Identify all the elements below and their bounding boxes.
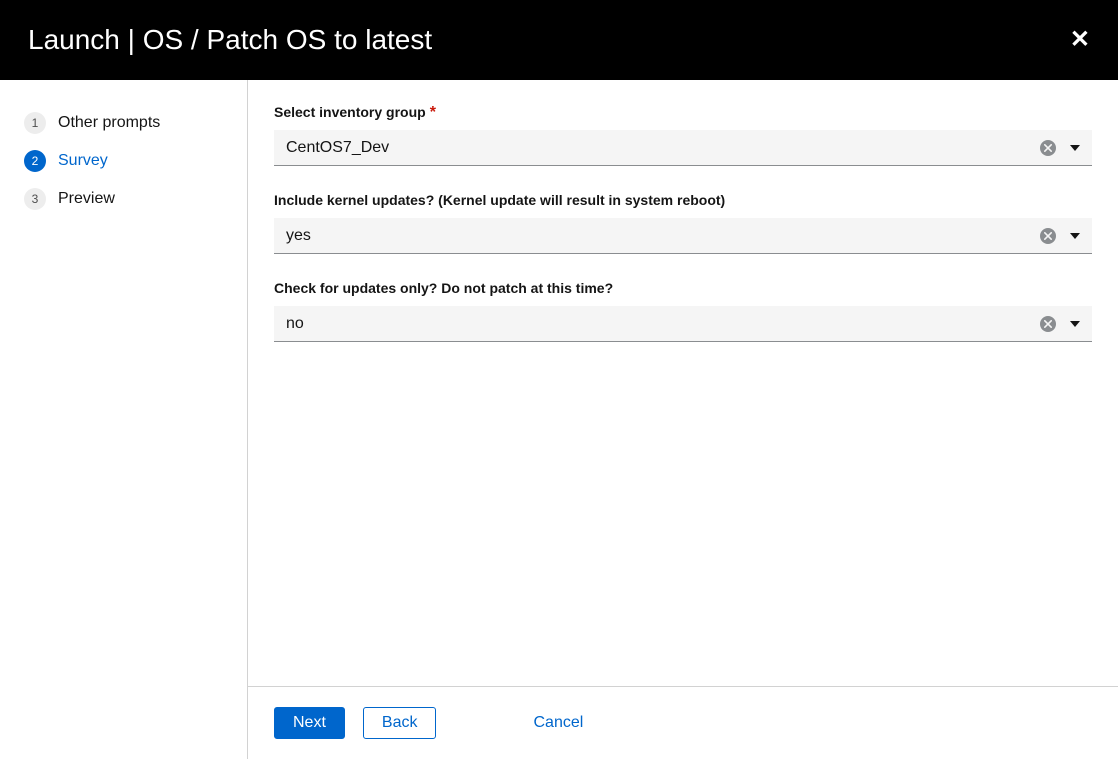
cancel-button[interactable]: Cancel — [514, 707, 602, 739]
survey-form: Select inventory group* CentOS7_Dev — [248, 80, 1118, 686]
chevron-down-icon[interactable] — [1066, 229, 1084, 243]
check-only-select[interactable]: no — [274, 306, 1092, 342]
step-survey[interactable]: 2 Survey — [24, 142, 247, 180]
modal-header: Launch | OS / Patch OS to latest ✕ — [0, 0, 1118, 80]
main-panel: Select inventory group* CentOS7_Dev — [248, 80, 1118, 759]
select-value: no — [286, 315, 304, 333]
step-number: 2 — [24, 150, 46, 172]
kernel-updates-select[interactable]: yes — [274, 218, 1092, 254]
step-other-prompts[interactable]: 1 Other prompts — [24, 104, 247, 142]
step-label: Survey — [58, 152, 108, 170]
step-label: Preview — [58, 190, 115, 208]
close-icon[interactable]: ✕ — [1070, 28, 1090, 52]
clear-icon[interactable] — [1040, 228, 1056, 244]
field-inventory-group: Select inventory group* CentOS7_Dev — [274, 104, 1092, 166]
modal-body: 1 Other prompts 2 Survey 3 Preview Selec… — [0, 80, 1118, 759]
select-controls — [1040, 218, 1084, 253]
select-controls — [1040, 130, 1084, 165]
step-preview[interactable]: 3 Preview — [24, 180, 247, 218]
select-value: yes — [286, 227, 311, 245]
select-value: CentOS7_Dev — [286, 139, 389, 157]
step-number: 1 — [24, 112, 46, 134]
modal-footer: Next Back Cancel — [248, 686, 1118, 759]
chevron-down-icon[interactable] — [1066, 141, 1084, 155]
inventory-group-select[interactable]: CentOS7_Dev — [274, 130, 1092, 166]
wizard-steps: 1 Other prompts 2 Survey 3 Preview — [0, 80, 248, 759]
chevron-down-icon[interactable] — [1066, 317, 1084, 331]
field-kernel-updates: Include kernel updates? (Kernel update w… — [274, 192, 1092, 254]
required-indicator: * — [430, 104, 436, 121]
launch-modal: Launch | OS / Patch OS to latest ✕ 1 Oth… — [0, 0, 1118, 759]
step-number: 3 — [24, 188, 46, 210]
field-label: Select inventory group — [274, 104, 426, 120]
modal-title: Launch | OS / Patch OS to latest — [28, 24, 432, 56]
select-controls — [1040, 306, 1084, 341]
clear-icon[interactable] — [1040, 140, 1056, 156]
field-label: Include kernel updates? (Kernel update w… — [274, 192, 725, 208]
next-button[interactable]: Next — [274, 707, 345, 739]
clear-icon[interactable] — [1040, 316, 1056, 332]
field-label: Check for updates only? Do not patch at … — [274, 280, 613, 296]
back-button[interactable]: Back — [363, 707, 437, 739]
field-check-only: Check for updates only? Do not patch at … — [274, 280, 1092, 342]
step-label: Other prompts — [58, 114, 160, 132]
